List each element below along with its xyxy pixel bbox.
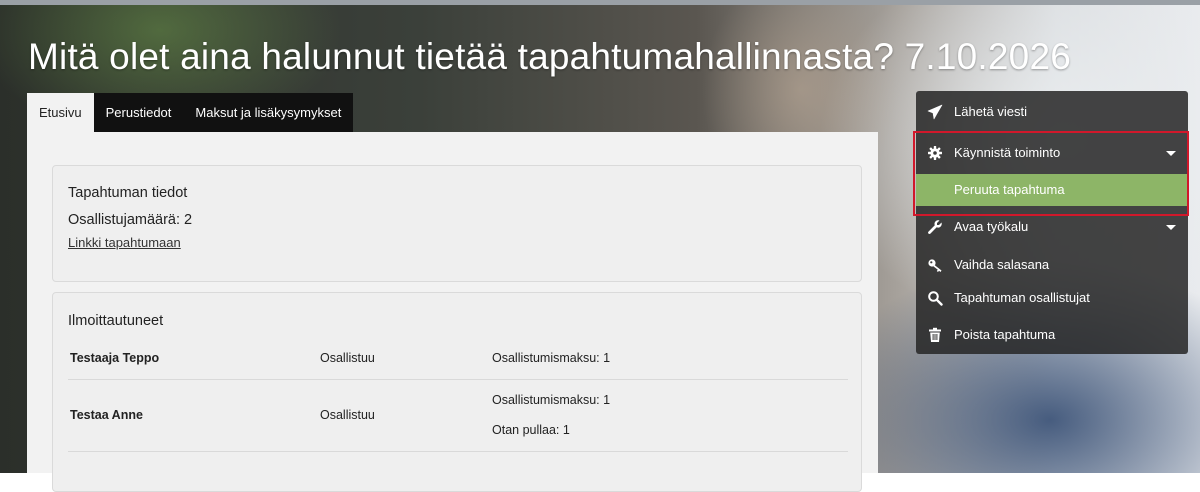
menu-item-label: Lähetä viesti: [954, 104, 1027, 119]
event-info-title: Tapahtuman tiedot: [68, 185, 188, 201]
menu-item-start-action[interactable]: Käynnistä toiminto: [916, 135, 1188, 171]
menu-item-label: Avaa työkalu: [954, 219, 1029, 234]
participant-name: Testaaja Teppo: [70, 351, 160, 365]
key-icon: [928, 259, 942, 272]
registrations-card: Ilmoittautuneet Testaaja Teppo Osallistu…: [52, 292, 862, 492]
participant-extra: Otan pullaa: 1: [492, 423, 570, 437]
menu-item-label: Peruuta tapahtuma: [954, 182, 1065, 197]
search-icon: [928, 291, 943, 306]
menu-item-send-message[interactable]: Lähetä viesti: [916, 94, 1188, 130]
menu-item-delete-event[interactable]: Poista tapahtuma: [916, 317, 1188, 353]
menu-item-change-password[interactable]: Vaihda salasana: [916, 247, 1188, 283]
tab-etusivu[interactable]: Etusivu: [27, 93, 94, 132]
table-row: Testaa Anne Osallistuu Osallistumismaksu…: [68, 379, 848, 452]
tab-maksut-ja-lisakysymykset[interactable]: Maksut ja lisäkysymykset: [183, 93, 354, 132]
top-strip: [0, 0, 1200, 5]
menu-item-open-tool[interactable]: Avaa työkalu: [916, 209, 1188, 245]
participant-extra: Osallistumismaksu: 1: [492, 351, 611, 365]
registrations-title: Ilmoittautuneet: [68, 313, 164, 329]
tab-bar: Etusivu Perustiedot Maksut ja lisäkysymy…: [27, 93, 354, 132]
page-title: Mitä olet aina halunnut tietää tapahtuma…: [28, 36, 1071, 77]
menu-item-label: Poista tapahtuma: [954, 327, 1056, 342]
menu-item-label: Vaihda salasana: [954, 257, 1050, 272]
event-info-card: Tapahtuman tiedot Osallistujamäärä: 2 Li…: [52, 165, 862, 282]
event-link[interactable]: Linkki tapahtumaan: [68, 235, 181, 250]
menu-item-label: Tapahtuman osallistujat: [954, 290, 1090, 305]
trash-icon: [929, 327, 941, 342]
wrench-icon: [928, 220, 942, 234]
participant-count: Osallistujamäärä: 2: [68, 212, 193, 228]
action-menu: Lähetä viesti Käynnistä toiminto Peruuta…: [916, 91, 1188, 354]
tab-perustiedot[interactable]: Perustiedot: [93, 93, 184, 132]
main-content: Tapahtuman tiedot Osallistujamäärä: 2 Li…: [27, 132, 878, 492]
send-icon: [927, 104, 943, 120]
gear-icon: [928, 146, 942, 160]
chevron-down-icon: [1166, 225, 1176, 230]
participant-status: Osallistuu: [320, 408, 375, 422]
participant-name: Testaa Anne: [70, 408, 143, 422]
table-row: Testaaja Teppo Osallistuu Osallistumisma…: [68, 337, 848, 380]
menu-item-label: Käynnistä toiminto: [954, 145, 1061, 160]
participant-extra: Osallistumismaksu: 1: [492, 393, 611, 407]
chevron-down-icon: [1166, 151, 1176, 156]
menu-item-event-participants[interactable]: Tapahtuman osallistujat: [916, 280, 1188, 316]
menu-item-cancel-event[interactable]: Peruuta tapahtuma: [916, 174, 1188, 206]
participant-status: Osallistuu: [320, 351, 375, 365]
